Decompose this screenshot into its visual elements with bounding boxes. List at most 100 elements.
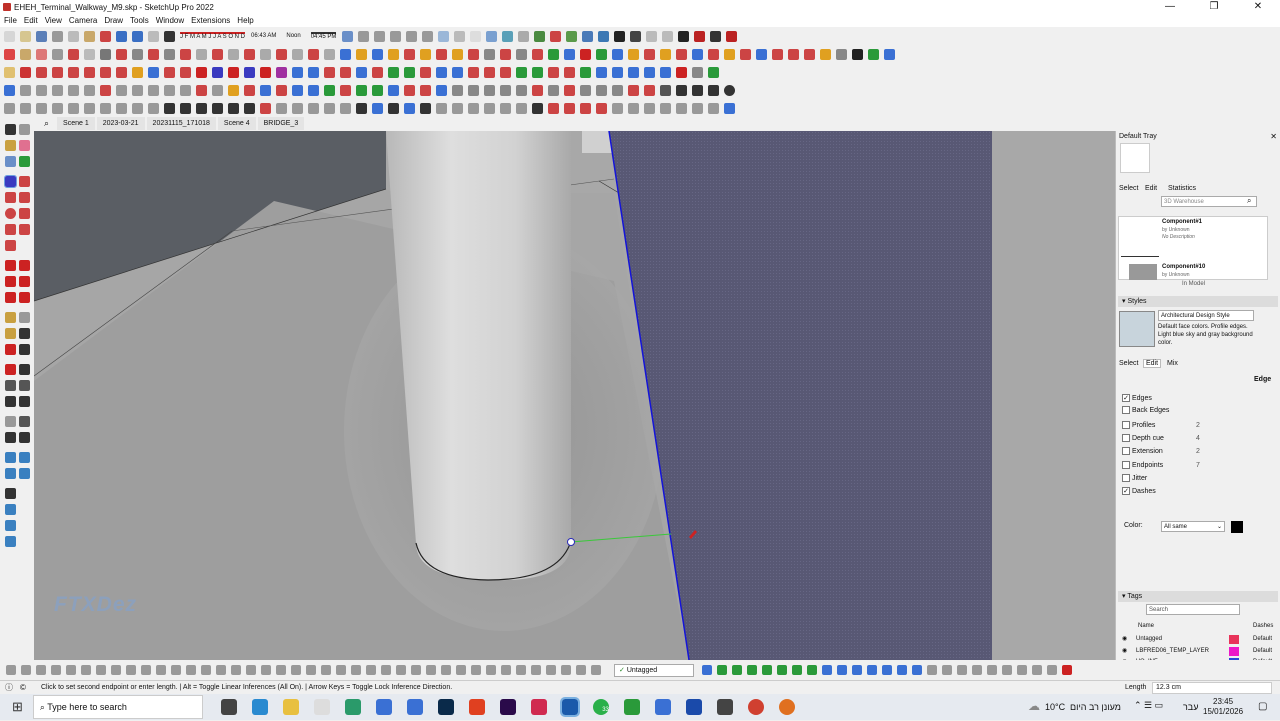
layout-icon[interactable] — [534, 30, 546, 42]
toolbar-icon[interactable] — [564, 84, 575, 96]
toolbar-icon[interactable] — [644, 102, 655, 114]
tab-edit[interactable]: Edit — [1145, 185, 1157, 192]
toolbar-icon[interactable] — [726, 30, 738, 42]
edge-setting-row[interactable]: Depth cue — [1122, 434, 1164, 442]
app-icon[interactable] — [778, 699, 795, 715]
toolbar-icon[interactable] — [456, 665, 466, 675]
push-pull-icon[interactable] — [19, 260, 30, 271]
toolbar-icon[interactable] — [822, 665, 832, 675]
toolbar-icon[interactable] — [212, 84, 223, 96]
toolbar-icon[interactable] — [186, 665, 196, 675]
toolbar-icon[interactable] — [180, 102, 191, 114]
toolbar-icon[interactable] — [100, 66, 111, 78]
toolbar-icon[interactable] — [116, 48, 127, 60]
toolbar-icon[interactable] — [756, 48, 767, 60]
toolbar-icon[interactable] — [228, 84, 239, 96]
windows-start-icon[interactable]: ⊞ — [12, 699, 23, 715]
3d-text-icon[interactable] — [19, 344, 30, 355]
toolbar-icon[interactable] — [126, 665, 136, 675]
offset-icon[interactable] — [19, 292, 30, 303]
look-around-icon[interactable] — [19, 416, 30, 427]
toolbar-icon[interactable] — [356, 66, 367, 78]
toolbar-icon[interactable] — [132, 84, 143, 96]
toolbar-icon[interactable] — [228, 66, 239, 78]
toolbar-icon[interactable] — [628, 84, 639, 96]
toolbar-icon[interactable] — [660, 48, 671, 60]
back-view-icon[interactable] — [406, 30, 418, 42]
toolbar-icon[interactable] — [710, 30, 722, 42]
toolbar-icon[interactable] — [216, 665, 226, 675]
app-icon[interactable] — [468, 699, 485, 715]
toolbar-icon[interactable] — [52, 48, 63, 60]
toolbar-icon[interactable] — [411, 665, 421, 675]
toolbar-icon[interactable] — [84, 48, 95, 60]
toolbar-icon[interactable] — [420, 102, 431, 114]
toolbar-icon[interactable] — [852, 48, 863, 60]
toolbar-icon[interactable] — [564, 102, 575, 114]
tag-row[interactable]: ◉ Untagged Default — [1118, 634, 1276, 645]
toolbar-icon[interactable] — [912, 665, 922, 675]
tag-color-swatch[interactable] — [1229, 647, 1239, 656]
toolbar-icon[interactable] — [420, 48, 431, 60]
weather-icon[interactable]: ☁ — [1028, 699, 1040, 713]
edge-setting-row[interactable]: Back Edges — [1122, 406, 1169, 414]
toolbar-icon[interactable] — [820, 48, 831, 60]
select-tool-icon[interactable] — [5, 124, 16, 135]
style-name[interactable]: Architectural Design Style — [1158, 310, 1254, 321]
tool-icon[interactable] — [5, 536, 16, 547]
toolbar-icon[interactable] — [308, 66, 319, 78]
toolbar-icon[interactable] — [500, 66, 511, 78]
zoom-extents-icon[interactable] — [5, 396, 16, 407]
visibility-eye-icon[interactable]: ◉ — [1122, 646, 1127, 657]
tool-icon[interactable] — [19, 156, 30, 167]
toolbar-icon[interactable] — [660, 102, 671, 114]
toolbar-icon[interactable] — [484, 48, 495, 60]
toolbar-icon[interactable] — [100, 102, 111, 114]
tab-select[interactable]: Select — [1119, 360, 1138, 367]
toolbar-icon[interactable] — [1002, 665, 1012, 675]
toolbar-icon[interactable] — [612, 48, 623, 60]
toolbar-icon[interactable] — [548, 48, 559, 60]
toolbar-icon[interactable] — [132, 48, 143, 60]
circle-icon[interactable] — [5, 208, 16, 219]
toolbar-icon[interactable] — [942, 665, 952, 675]
weather-text[interactable]: מעונן רב היום — [1070, 702, 1121, 712]
model-info-icon[interactable] — [148, 30, 159, 42]
toolbar-icon[interactable] — [52, 66, 63, 78]
toolbar-icon[interactable] — [21, 665, 31, 675]
credits-icon[interactable]: © — [20, 681, 26, 694]
toolbar-icon[interactable] — [807, 665, 817, 675]
save-icon[interactable] — [36, 30, 47, 42]
app-icon[interactable] — [375, 699, 392, 715]
eraser-icon[interactable] — [19, 140, 30, 151]
toolbar-icon[interactable] — [548, 84, 559, 96]
toolbar-icon[interactable] — [66, 665, 76, 675]
xray-icon[interactable] — [438, 30, 450, 42]
toolbar-icon[interactable] — [646, 30, 658, 42]
toolbar-icon[interactable] — [708, 48, 719, 60]
toolbar-icon[interactable] — [156, 665, 166, 675]
app-icon[interactable] — [623, 699, 640, 715]
toolbar-icon[interactable] — [762, 665, 772, 675]
toolbar-icon[interactable] — [591, 665, 601, 675]
toolbar-icon[interactable] — [356, 102, 367, 114]
toolbar-icon[interactable] — [804, 48, 815, 60]
toolbar-icon[interactable] — [1047, 665, 1057, 675]
toolbar-icon[interactable] — [548, 66, 559, 78]
toolbar-icon[interactable] — [486, 665, 496, 675]
toolbar-icon[interactable] — [260, 48, 271, 60]
edge-browser-icon[interactable] — [251, 699, 268, 715]
toolbar-icon[interactable] — [957, 665, 967, 675]
toolbar-icon[interactable] — [532, 102, 543, 114]
polygon-icon[interactable] — [19, 208, 30, 219]
menu-tools[interactable]: Tools — [130, 16, 149, 25]
toolbar-icon[interactable] — [291, 665, 301, 675]
toolbar-icon[interactable] — [196, 66, 207, 78]
component-name[interactable]: Component#1 — [1162, 219, 1202, 225]
toolbar-icon[interactable] — [531, 665, 541, 675]
scene-tab[interactable]: 20231115_171018 — [146, 117, 216, 130]
gear-icon[interactable] — [678, 30, 690, 42]
rotate-icon[interactable] — [5, 276, 16, 287]
toolbar-icon[interactable] — [336, 665, 346, 675]
pie-icon[interactable] — [5, 240, 16, 251]
